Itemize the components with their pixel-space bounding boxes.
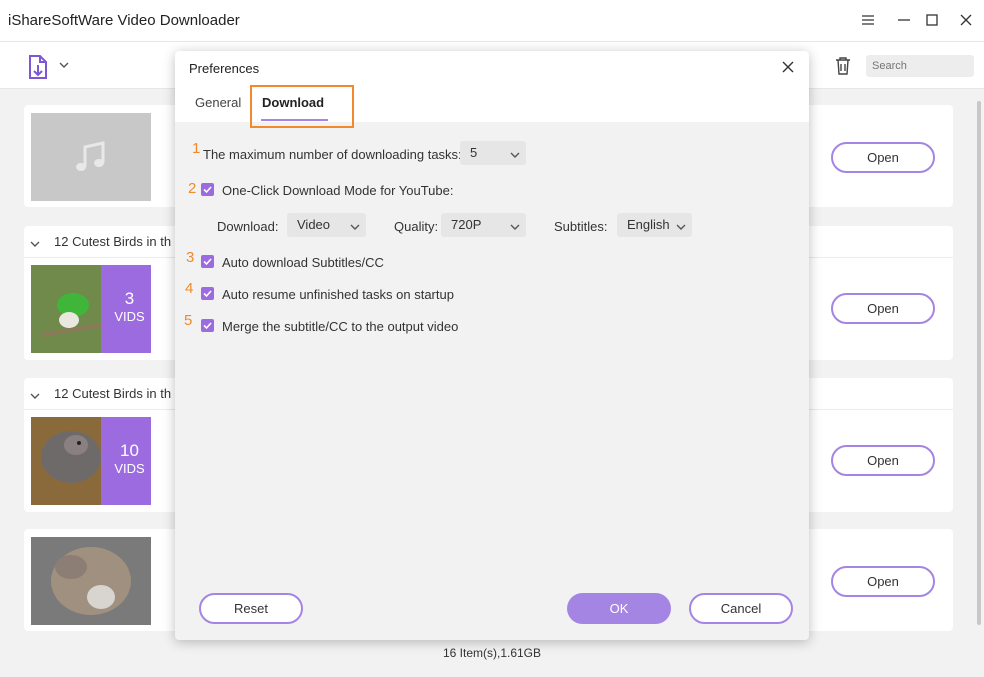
maximize-icon[interactable] — [922, 10, 942, 30]
chevron-down-icon[interactable] — [58, 58, 70, 72]
auto-subtitles-checkbox[interactable] — [201, 255, 214, 268]
auto-subtitles-label: Auto download Subtitles/CC — [222, 255, 384, 270]
subtitles-label: Subtitles: — [554, 219, 608, 234]
preferences-dialog: Preferences General Download 1 The maxim… — [175, 51, 809, 640]
chevron-down-icon — [350, 220, 360, 230]
one-click-checkbox[interactable] — [201, 183, 214, 196]
step-number: 2 — [188, 180, 197, 197]
trash-icon[interactable] — [834, 56, 854, 76]
merge-subtitle-checkbox[interactable] — [201, 319, 214, 332]
quality-select[interactable]: 720P — [441, 213, 526, 237]
tab-highlight-box — [250, 85, 354, 128]
step-number: 3 — [186, 249, 195, 266]
chevron-down-icon — [676, 220, 686, 230]
open-button[interactable]: Open — [831, 142, 935, 173]
tab-general[interactable]: General — [195, 95, 241, 110]
close-icon[interactable] — [779, 58, 797, 76]
video-count-badge: 3 VIDS — [101, 265, 151, 353]
close-window-icon[interactable] — [956, 10, 976, 30]
reset-button[interactable]: Reset — [199, 593, 303, 624]
video-thumbnail — [31, 537, 151, 625]
music-thumbnail — [31, 113, 151, 201]
max-tasks-label: The maximum number of downloading tasks: — [203, 147, 462, 162]
ok-button[interactable]: OK — [567, 593, 671, 624]
step-number: 4 — [185, 280, 194, 297]
add-url-icon[interactable] — [26, 54, 52, 80]
download-type-label: Download: — [217, 219, 279, 234]
chevron-down-icon[interactable] — [30, 237, 40, 247]
step-number: 1 — [192, 140, 201, 157]
status-text: 16 Item(s),1.61GB — [442, 646, 542, 660]
one-click-label: One-Click Download Mode for YouTube: — [222, 183, 454, 198]
quality-label: Quality: — [394, 219, 439, 234]
minimize-icon[interactable] — [894, 10, 914, 30]
group-title: 12 Cutest Birds in th — [54, 386, 172, 401]
bird-thumbnail: 10 VIDS — [31, 417, 151, 505]
step-number: 5 — [184, 312, 193, 329]
menu-icon[interactable] — [858, 10, 878, 30]
music-note-icon — [76, 141, 105, 171]
merge-subtitle-label: Merge the subtitle/CC to the output vide… — [222, 319, 459, 334]
video-count-badge: 10 VIDS — [101, 417, 151, 505]
download-type-select[interactable]: Video — [287, 213, 366, 237]
scrollbar[interactable] — [974, 89, 984, 634]
open-button[interactable]: Open — [831, 293, 935, 324]
auto-resume-label: Auto resume unfinished tasks on startup — [222, 287, 454, 302]
dialog-header: Preferences General Download — [175, 51, 809, 128]
scrollbar-thumb[interactable] — [977, 101, 981, 625]
subtitles-select[interactable]: English — [617, 213, 692, 237]
bird-thumbnail: 3 VIDS — [31, 265, 151, 353]
chevron-down-icon[interactable] — [30, 389, 40, 399]
open-button[interactable]: Open — [831, 445, 935, 476]
app-title: iShareSoftWare Video Downloader — [8, 12, 240, 29]
max-tasks-select[interactable]: 5 — [460, 141, 526, 165]
open-button[interactable]: Open — [831, 566, 935, 597]
chevron-down-icon — [510, 220, 520, 230]
auto-resume-checkbox[interactable] — [201, 287, 214, 300]
cancel-button[interactable]: Cancel — [689, 593, 793, 624]
group-title: 12 Cutest Birds in th — [54, 234, 172, 249]
dialog-title: Preferences — [189, 61, 260, 76]
search-input[interactable] — [866, 55, 974, 77]
title-bar: iShareSoftWare Video Downloader — [0, 0, 984, 42]
chevron-down-icon — [510, 148, 520, 158]
